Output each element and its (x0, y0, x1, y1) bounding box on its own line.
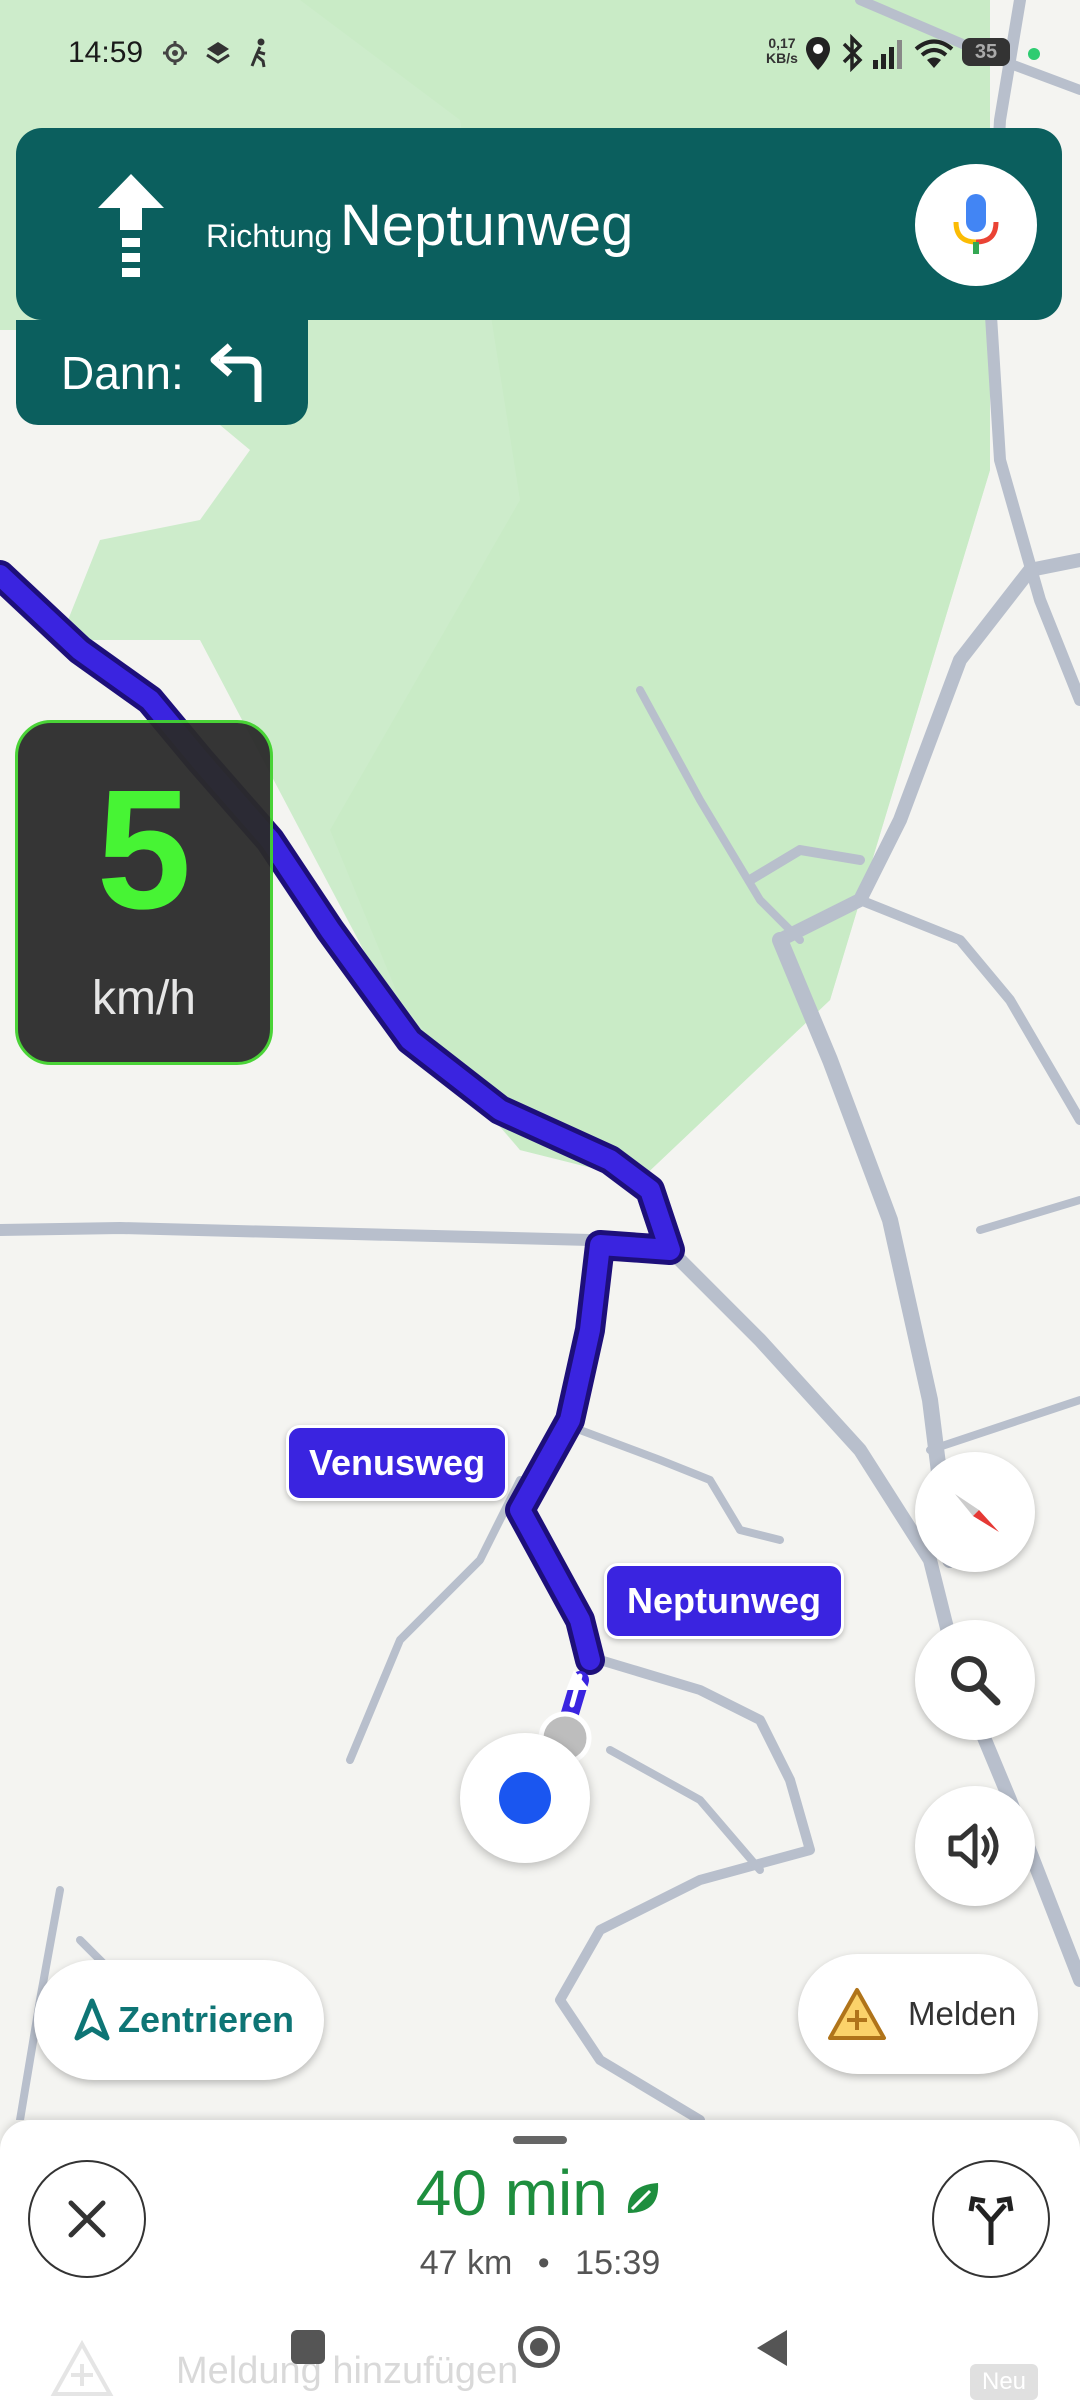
recent-apps-button[interactable] (291, 2330, 325, 2364)
current-location-marker (460, 1733, 590, 1863)
trip-separator: • (537, 2244, 550, 2282)
network-speed-unit: KB/s (766, 50, 798, 66)
eta-row: 40 min (0, 2156, 1080, 2230)
alternate-routes-button[interactable] (932, 2160, 1050, 2278)
layers-icon (206, 42, 230, 64)
report-label: Melden (908, 1995, 1017, 2032)
report-button[interactable]: Melden (798, 1954, 1038, 2074)
location-pin-icon (806, 37, 830, 70)
then-label: Dann: (61, 347, 184, 399)
home-button[interactable] (518, 2326, 560, 2368)
privacy-indicator-dot (1028, 48, 1040, 60)
speedometer: 5 km/h (15, 720, 273, 1065)
search-icon (951, 1656, 1001, 1706)
straight-arrow-icon (98, 174, 164, 277)
trip-details: 47 km • 15:39 (0, 2244, 1080, 2283)
signal-icon (873, 40, 902, 69)
street-label-text: Neptunweg (627, 1580, 821, 1621)
sound-button[interactable] (915, 1786, 1035, 1906)
trip-distance: 47 km (419, 2244, 513, 2282)
compass-button[interactable] (915, 1452, 1035, 1572)
route-options-icon (968, 2196, 1014, 2245)
then-instruction-card: Dann: (16, 320, 308, 425)
next-street-name: Neptunweg (340, 193, 634, 258)
trip-duration: 40 min (415, 2157, 608, 2229)
battery-level: 35 (974, 41, 998, 63)
bluetooth-icon (842, 34, 863, 72)
ghost-new-badge: Neu (970, 2364, 1039, 2400)
network-speed-value: 0,17 (768, 35, 796, 51)
status-bar: 14:59 0,17 KB/s 35 (0, 0, 1080, 110)
voice-search-button[interactable] (915, 164, 1037, 286)
search-button[interactable] (915, 1620, 1035, 1740)
microphone-icon (953, 194, 999, 254)
street-label-neptunweg: Neptunweg (604, 1563, 844, 1639)
status-time: 14:59 (68, 36, 144, 69)
sheet-drag-handle[interactable] (513, 2136, 567, 2144)
eco-leaf-icon (628, 2183, 659, 2213)
speaker-icon (948, 1823, 999, 1869)
turn-left-icon (210, 343, 262, 402)
current-speed: 5 (96, 755, 192, 945)
toward-label: Richtung (206, 218, 333, 254)
street-label-text: Venusweg (309, 1442, 486, 1483)
battery-icon: 35 (962, 38, 1010, 66)
walking-icon (250, 38, 266, 68)
location-target-icon (163, 41, 187, 65)
ghost-report-icon (50, 2340, 114, 2396)
compass-icon (955, 1494, 999, 1532)
back-button[interactable] (755, 2328, 789, 2368)
recenter-label: Zentrieren (118, 1999, 295, 2040)
recenter-button[interactable]: Zentrieren (34, 1960, 324, 2080)
street-label-venusweg: Venusweg (286, 1425, 509, 1501)
ghost-report-text: Meldung hinzufügen (176, 2350, 519, 2392)
report-incident-icon (828, 1988, 886, 2040)
wifi-icon (914, 39, 954, 68)
speed-unit: km/h (91, 972, 196, 1025)
navigation-arrow-icon (74, 1998, 110, 2041)
arrival-time: 15:39 (575, 2244, 661, 2282)
